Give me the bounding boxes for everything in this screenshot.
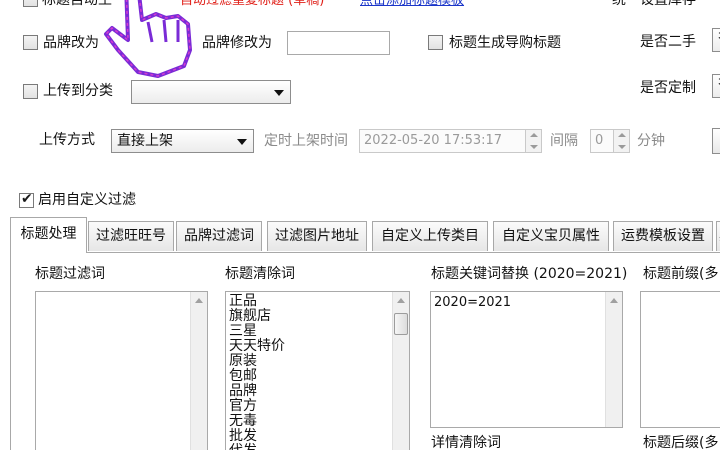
tab-title-processing[interactable]: 标题处理 (10, 217, 87, 253)
list-item: 官方 (229, 398, 257, 414)
interval-value: 0 (595, 133, 604, 148)
tab-custom-category[interactable]: 自定义上传类目 (372, 221, 488, 251)
replace-scrollbar[interactable] (605, 292, 622, 427)
upload-method-select[interactable]: 直接上架 (111, 129, 254, 153)
list-item: 包邮 (229, 368, 257, 384)
keyword-replace-value: 2020=2021 (434, 295, 512, 310)
chevron-down-icon (274, 90, 284, 96)
second-hand-label: 是否二手 (640, 34, 696, 50)
keyword-replace-box[interactable]: 2020=2021 (430, 291, 623, 428)
tab-filter-image-url[interactable]: 过滤图片地址 (267, 221, 367, 251)
list-item: 三星 (229, 323, 257, 339)
tab-filter-wangwang[interactable]: 过滤旺旺号 (88, 221, 174, 251)
tab-custom-attributes[interactable]: 自定义宝贝属性 (493, 221, 609, 251)
timer-label: 定时上架时间 (264, 133, 348, 149)
datetime-spinner-icon[interactable] (525, 130, 541, 152)
list-item: 原装 (229, 353, 257, 369)
title-filter-words-box[interactable] (35, 291, 208, 450)
list-item: 代发 (229, 444, 285, 450)
brand-change-checkbox[interactable] (23, 35, 38, 50)
upload-method-value: 直接上架 (117, 133, 173, 149)
second-hand-select[interactable]: 否 (712, 28, 720, 52)
list-item: 品牌 (229, 383, 257, 399)
title-filter-words-label: 标题过滤词 (35, 266, 105, 282)
upload-category-checkbox[interactable] (23, 84, 38, 99)
list-item: 正品 (229, 293, 257, 309)
pointing-hand-cursor-icon (104, 0, 192, 78)
brand-modify-input[interactable] (287, 31, 390, 55)
scroll-up-icon[interactable] (606, 292, 622, 309)
filter-words-scrollbar[interactable] (190, 292, 207, 450)
list-item: 天天特价 (229, 338, 285, 354)
tab-bar: 标题处理 过滤旺旺号 品牌过滤词 过滤图片地址 自定义上传类目 自定义宝贝属性 … (10, 217, 720, 253)
detail-clean-words-label: 详情清除词 (431, 435, 501, 450)
interval-label: 间隔 (550, 133, 578, 149)
tab-brand-filter[interactable]: 品牌过滤词 (176, 221, 262, 251)
timer-datetime-input[interactable]: 2022-05-20 17:53:17 (359, 129, 542, 153)
scroll-up-icon[interactable] (393, 292, 409, 309)
tab-shipping-template[interactable]: 运费模板设置 (613, 221, 713, 251)
list-item: 无毒 (229, 413, 257, 429)
upload-method-label: 上传方式 (39, 132, 95, 148)
enable-filter-label: 启用自定义过滤 (38, 192, 136, 208)
custom-made-select[interactable]: 否 (712, 74, 720, 98)
clean-words-scrollbar[interactable] (392, 292, 409, 450)
scroll-up-icon[interactable] (191, 292, 207, 309)
brand-modify-label: 品牌修改为 (202, 35, 272, 51)
timer-datetime-value: 2022-05-20 17:53:17 (364, 133, 503, 148)
clean-words-list: 正品 旗舰店 三星 天天特价 原装 包邮 品牌 官方 无毒 批发 代发 (229, 294, 285, 450)
title-prefix-label: 标题前缀(多 (643, 266, 719, 282)
title-suffix-label: 标题后缀(多 (643, 435, 719, 450)
chevron-down-icon (237, 139, 247, 145)
brand-change-label: 品牌改为 (43, 35, 99, 51)
nav-title-checkbox[interactable] (428, 35, 443, 50)
title-clean-words-box[interactable]: 正品 旗舰店 三星 天天特价 原装 包邮 品牌 官方 无毒 批发 代发 (225, 291, 410, 450)
list-item: 批发 (229, 428, 257, 444)
auto-title-checkbox[interactable] (23, 0, 38, 7)
title-prefix-box[interactable] (640, 291, 720, 428)
enable-filter-checkbox[interactable] (19, 191, 34, 208)
nav-title-label: 标题生成导购标题 (449, 35, 561, 51)
unified-stock-label: 统一设置库存 (612, 0, 696, 8)
scrollbar-thumb[interactable] (394, 313, 408, 335)
list-item: 旗舰店 (229, 308, 271, 324)
title-clean-words-label: 标题清除词 (225, 266, 295, 282)
minute-label: 分钟 (637, 133, 665, 149)
interval-input[interactable]: 0 (590, 129, 630, 153)
keyword-replace-label: 标题关键词替换 (2020=2021) (431, 266, 628, 282)
partial-button[interactable] (712, 128, 720, 154)
interval-spinner-icon[interactable] (613, 130, 629, 152)
add-template-link[interactable]: 点击添加标题模板 (360, 0, 464, 10)
custom-made-label: 是否定制 (640, 80, 696, 96)
tab-other[interactable]: 其 (716, 221, 720, 251)
